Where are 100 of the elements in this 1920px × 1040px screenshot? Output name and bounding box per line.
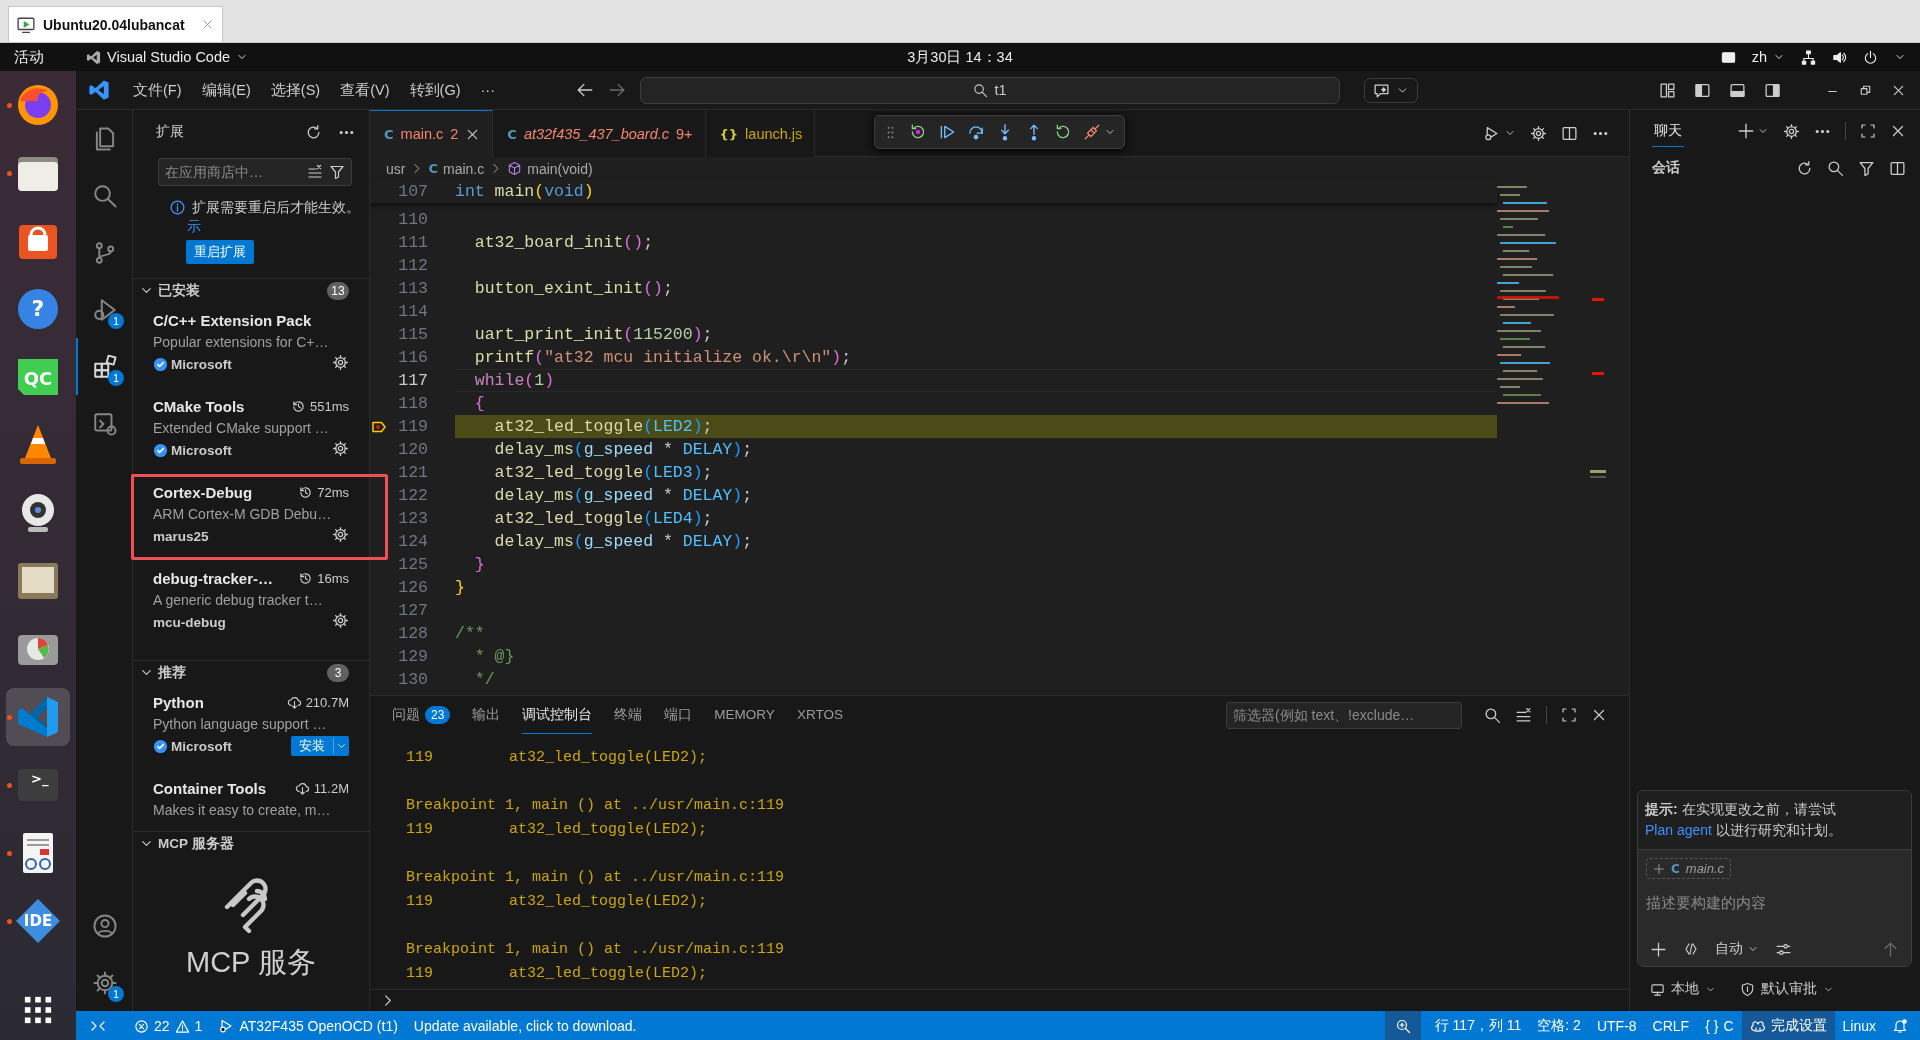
extension-item[interactable]: debug-tracker-… 16ms A generic debug tracker t… mcu-debug (133, 560, 369, 646)
section-title[interactable]: 已安装 (158, 281, 200, 300)
menu-item[interactable]: 选择(S) (261, 76, 330, 104)
editor-tab[interactable]: C at32f435_437_board.c 9+ (493, 110, 706, 157)
context-chip[interactable]: C main.c (1646, 858, 1732, 879)
editor-tab[interactable]: {} launch.js (705, 110, 816, 157)
power-icon[interactable] (1863, 49, 1878, 65)
maximize-icon[interactable] (1561, 707, 1577, 723)
account-icon[interactable] (92, 912, 118, 939)
gear-icon[interactable] (1530, 124, 1547, 142)
plan-agent-link[interactable]: Plan agent (1645, 822, 1712, 838)
extension-item[interactable]: Cortex-Debug 72ms ARM Cortex-M GDB Debu… marus25 (131, 474, 388, 560)
panel-tab[interactable]: 调试控制台 (522, 696, 593, 734)
footer-picker[interactable]: 默认审批 (1740, 980, 1834, 998)
customize-layout-icon[interactable] (1659, 81, 1676, 99)
tools-icon[interactable] (1683, 941, 1699, 957)
footer-picker[interactable]: 本地 (1650, 980, 1716, 998)
panel-tab[interactable]: 终端 (614, 696, 643, 734)
right-sidebar-icon[interactable] (1764, 81, 1781, 99)
extension-name[interactable]: Python (153, 693, 204, 711)
extension-name[interactable]: CMake Tools (153, 397, 245, 415)
gear-icon[interactable] (332, 440, 349, 457)
encoding[interactable]: UTF-8 (1588, 1011, 1645, 1040)
dock-launcher[interactable]: >_ (6, 756, 70, 814)
notice-link[interactable]: 示 (133, 218, 369, 234)
problems-status[interactable]: 22 1 (126, 1011, 211, 1040)
app-grid-icon[interactable] (23, 995, 53, 1025)
run-debug-icon[interactable] (1483, 124, 1500, 142)
search-field[interactable]: 在应用商店中… (158, 158, 352, 186)
chat-input[interactable]: 描述要构建的内容 (1646, 891, 1903, 913)
network-icon[interactable] (1801, 49, 1816, 65)
settings-icon[interactable] (92, 969, 118, 996)
refresh-icon[interactable] (305, 123, 322, 141)
filter-icon[interactable] (329, 164, 345, 180)
line-ending[interactable]: CRLF (1644, 1011, 1698, 1040)
menu-item[interactable]: 编辑(E) (192, 76, 260, 104)
copilot-status[interactable]: 完成设置 (1741, 1011, 1835, 1040)
back-arrow-icon[interactable] (576, 81, 594, 99)
cursor-position[interactable]: 行 117，列 11 (1426, 1011, 1530, 1040)
editor-tab[interactable]: C main.c 2 (370, 110, 494, 157)
os-label[interactable]: Linux (1834, 1011, 1884, 1040)
filter-field[interactable]: 筛选器(例如 text、!exclude… (1226, 701, 1462, 729)
forward-arrow-icon[interactable] (608, 81, 626, 99)
chat-button[interactable] (1364, 77, 1418, 103)
bell-icon[interactable] (1892, 1018, 1908, 1034)
clock[interactable]: 3月30日 14：34 (907, 47, 1013, 67)
plus-icon[interactable] (1650, 940, 1667, 958)
hot-reload-icon[interactable] (909, 123, 927, 141)
gear-icon[interactable] (332, 612, 349, 629)
command-center[interactable]: t1 (640, 76, 1340, 104)
restart-icon[interactable] (1054, 123, 1072, 141)
breadcrumb-item[interactable]: main(void) (507, 157, 593, 180)
update-message[interactable]: Update available, click to download. (405, 1011, 645, 1040)
section-title[interactable]: MCP 服务器 (158, 834, 234, 853)
volume-icon[interactable] (1832, 49, 1847, 65)
install-button[interactable]: 安装 (291, 736, 349, 756)
extension-item[interactable]: CMake Tools 551ms Extended CMake support … Microsoft (133, 388, 369, 474)
refresh-icon[interactable] (1796, 159, 1813, 177)
vm-tab[interactable]: Ubuntu20.04lubancat (8, 6, 223, 42)
activities-button[interactable]: 活动 (14, 47, 44, 67)
panel-tab[interactable]: 问题 23 (392, 696, 451, 734)
menu-item[interactable]: 文件(F) (124, 76, 191, 104)
tray-icon[interactable] (1720, 49, 1736, 65)
gear-icon[interactable] (332, 354, 349, 371)
split-editor-icon[interactable] (1561, 124, 1578, 142)
filter-input[interactable]: 筛选器(例如 text、!exclude… (1233, 707, 1455, 723)
extension-item[interactable]: Container Tools 11.2M Makes it easy to create, m… (133, 770, 369, 831)
clear-console-icon[interactable] (1515, 706, 1532, 724)
gear-icon[interactable] (332, 526, 349, 543)
panel-tab[interactable]: XRTOS (796, 696, 843, 734)
extension-name[interactable]: debug-tracker-… (153, 569, 274, 587)
extension-name[interactable]: Cortex-Debug (153, 483, 253, 501)
menu-item[interactable]: ··· (471, 78, 504, 102)
chat-tab[interactable]: 聊天 (1652, 115, 1684, 147)
continue-icon[interactable] (938, 123, 956, 141)
disconnect-icon[interactable] (1083, 123, 1101, 141)
breadcrumb-item[interactable]: usr (386, 157, 406, 180)
mode-picker[interactable]: 自动 (1715, 940, 1759, 958)
search-icon[interactable] (1827, 159, 1844, 177)
filter-icon[interactable] (1858, 159, 1875, 177)
section-title[interactable]: 推荐 (158, 663, 186, 682)
bottom-panel-icon[interactable] (1729, 81, 1746, 99)
left-sidebar-icon[interactable] (1694, 81, 1711, 99)
panel-tab[interactable]: 端口 (664, 696, 693, 734)
dock-launcher[interactable]: ? (6, 280, 70, 338)
input-method[interactable]: zh (1751, 49, 1785, 65)
breadcrumb-item[interactable]: C main.c (428, 157, 485, 180)
plus-icon[interactable] (1737, 122, 1755, 140)
extension-name[interactable]: C/C++ Extension Pack (153, 311, 312, 329)
toggle-sidebar-icon[interactable] (1889, 159, 1906, 177)
zoom-button[interactable] (1384, 1011, 1421, 1040)
send-icon[interactable] (1882, 940, 1899, 958)
menu-item[interactable]: 查看(V) (331, 76, 399, 104)
gear-icon[interactable] (1783, 122, 1800, 140)
menu-item[interactable]: 转到(G) (400, 76, 470, 104)
indent-setting[interactable]: 空格: 2 (1529, 1011, 1589, 1040)
extension-name[interactable]: Container Tools (153, 779, 267, 797)
panel-tab[interactable]: MEMORY (714, 696, 775, 734)
extension-item[interactable]: Python 210.7M Python language support … Microsoft 安装 (133, 684, 369, 770)
extension-item[interactable]: C/C++ Extension Pack Popular extensions for C+… Microsoft (133, 302, 369, 388)
